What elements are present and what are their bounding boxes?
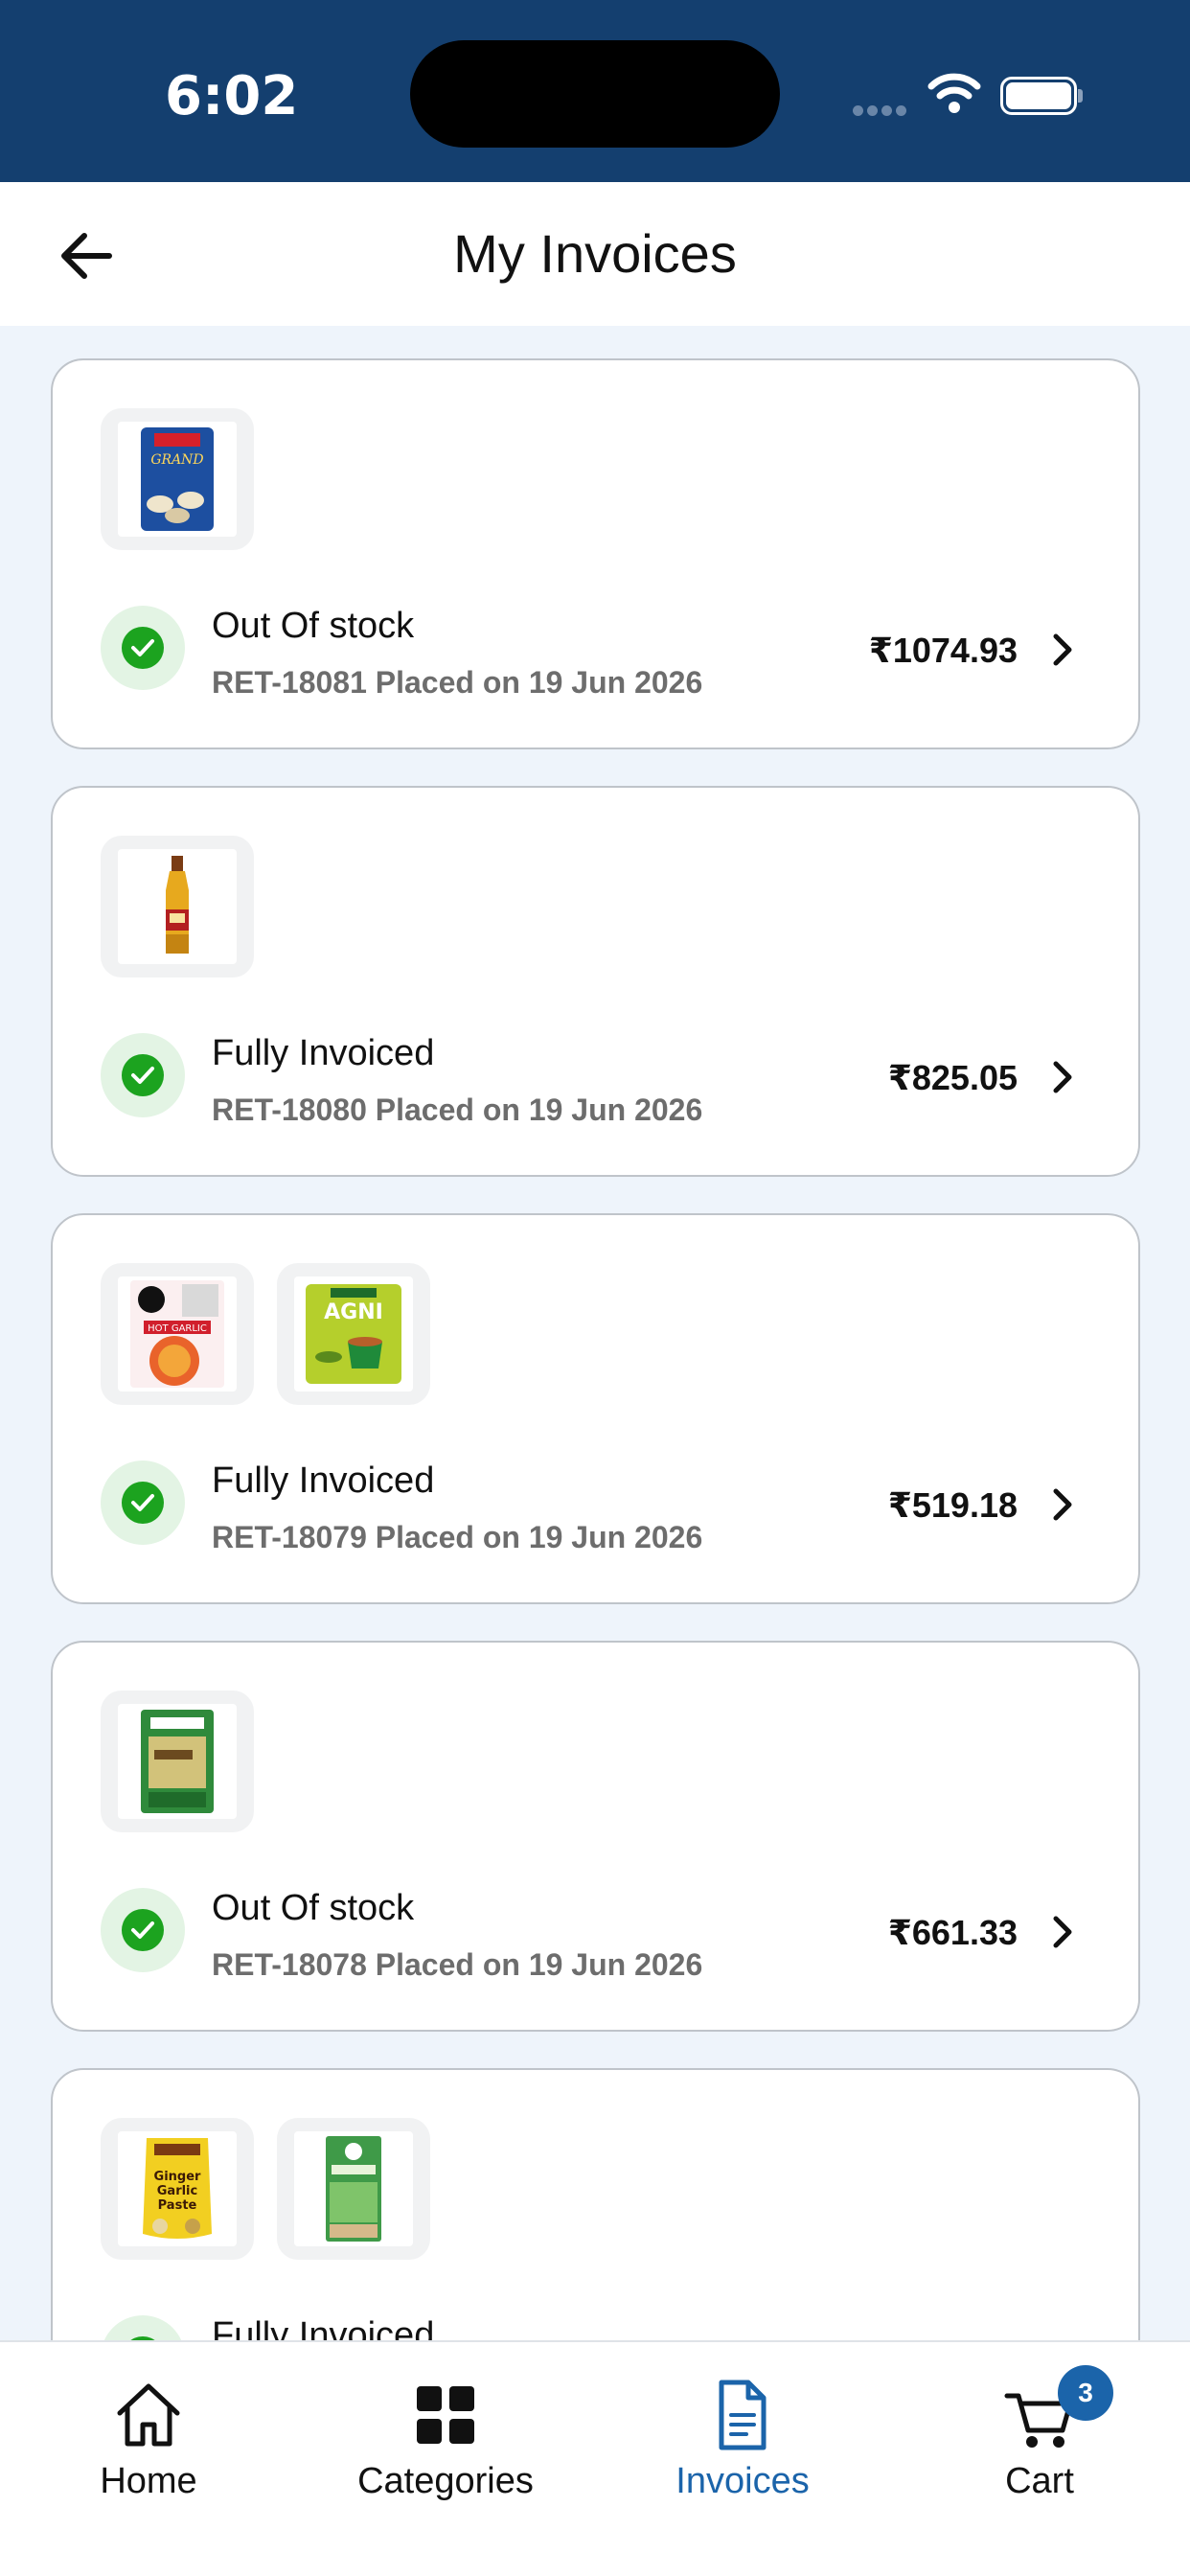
nav-invoices-label: Invoices bbox=[675, 2461, 810, 2501]
invoice-card[interactable]: GRAND Out Of stock RET-18081 Placed on 1… bbox=[51, 358, 1140, 749]
product-thumbnail bbox=[101, 1690, 254, 1832]
invoice-amount: ₹825.05 bbox=[887, 1058, 1018, 1097]
order-meta: RET-18078 Placed on 19 Jun 2026 bbox=[212, 1947, 703, 1982]
coffee-pack-image: GRAND bbox=[141, 427, 214, 531]
svg-text:GRAND: GRAND bbox=[150, 452, 203, 468]
chevron-right-icon[interactable] bbox=[1046, 631, 1077, 669]
product-thumbnail: HOT GARLIC bbox=[101, 1263, 254, 1405]
home-icon bbox=[110, 2377, 187, 2453]
invoice-card[interactable]: HOT GARLIC AGNI Fully Invoiced RET-18079… bbox=[51, 1213, 1140, 1604]
paste-pouch-image: Ginger Garlic Paste bbox=[143, 2138, 212, 2239]
product-thumbnail: AGNI bbox=[277, 1263, 430, 1405]
grid-icon bbox=[407, 2377, 484, 2453]
status-check-icon bbox=[101, 1033, 185, 1117]
svg-text:Ginger: Ginger bbox=[154, 2170, 202, 2184]
order-meta: RET-18081 Placed on 19 Jun 2026 bbox=[212, 665, 703, 700]
cart-count-badge: 3 bbox=[1058, 2365, 1113, 2421]
svg-text:Paste: Paste bbox=[158, 2198, 197, 2213]
nav-home-label: Home bbox=[100, 2461, 197, 2501]
invoice-card[interactable]: Out Of stock RET-18078 Placed on 19 Jun … bbox=[51, 1641, 1140, 2032]
status-bar: 6:02 bbox=[0, 0, 1190, 182]
invoice-status: Out Of stock bbox=[212, 1888, 415, 1928]
nav-home[interactable]: Home bbox=[0, 2342, 297, 2515]
product-thumbnail: Ginger Garlic Paste bbox=[101, 2118, 254, 2260]
status-check-icon bbox=[101, 1888, 185, 1972]
product-thumbnail: GRAND bbox=[101, 408, 254, 550]
tea-pack-image: AGNI bbox=[306, 1284, 401, 1384]
product-thumbnail bbox=[101, 836, 254, 978]
invoice-list[interactable]: GRAND Out Of stock RET-18081 Placed on 1… bbox=[0, 326, 1190, 2340]
invoice-status: Out Of stock bbox=[212, 606, 415, 646]
invoice-status: Fully Invoiced bbox=[212, 1033, 435, 1073]
dynamic-island bbox=[410, 40, 780, 148]
invoice-amount: ₹1074.93 bbox=[868, 631, 1018, 670]
status-time: 6:02 bbox=[165, 65, 299, 127]
invoice-status: Fully Invoiced bbox=[212, 2315, 435, 2340]
svg-text:Garlic: Garlic bbox=[157, 2184, 197, 2198]
app-header: My Invoices bbox=[0, 182, 1190, 326]
wifi-icon bbox=[927, 73, 981, 120]
green-tea-box-image bbox=[326, 2136, 381, 2242]
status-check-icon bbox=[101, 1460, 185, 1545]
oil-bottle-image bbox=[166, 856, 189, 954]
invoice-amount: ₹519.18 bbox=[887, 1485, 1018, 1525]
nav-invoices[interactable]: Invoices bbox=[594, 2342, 891, 2515]
cellular-signal-icon bbox=[853, 104, 912, 119]
svg-text:AGNI: AGNI bbox=[324, 1300, 383, 1324]
battery-icon bbox=[1000, 77, 1083, 115]
bottom-navigation: Home Categories Invoices 3 Cart bbox=[0, 2340, 1190, 2576]
chevron-right-icon[interactable] bbox=[1046, 1485, 1077, 1524]
invoice-card[interactable]: Ginger Garlic Paste Fully Invoiced bbox=[51, 2068, 1140, 2340]
nav-categories-label: Categories bbox=[357, 2461, 534, 2501]
invoice-status: Fully Invoiced bbox=[212, 1460, 435, 1501]
rice-pack-image bbox=[141, 1710, 214, 1813]
chevron-right-icon[interactable] bbox=[1046, 1913, 1077, 1951]
order-meta: RET-18079 Placed on 19 Jun 2026 bbox=[212, 1520, 703, 1554]
chevron-right-icon[interactable] bbox=[1046, 1058, 1077, 1096]
nav-cart[interactable]: 3 Cart bbox=[891, 2342, 1188, 2515]
status-check-icon bbox=[101, 2315, 185, 2340]
document-icon bbox=[704, 2377, 781, 2453]
svg-text:HOT GARLIC: HOT GARLIC bbox=[148, 1323, 207, 1334]
nav-cart-label: Cart bbox=[1005, 2461, 1074, 2501]
nav-categories[interactable]: Categories bbox=[297, 2342, 594, 2515]
invoice-amount: ₹661.33 bbox=[887, 1913, 1018, 1952]
status-check-icon bbox=[101, 606, 185, 690]
order-meta: RET-18080 Placed on 19 Jun 2026 bbox=[212, 1092, 703, 1127]
noodles-pack-image: HOT GARLIC bbox=[130, 1280, 224, 1388]
product-thumbnail bbox=[277, 2118, 430, 2260]
page-title: My Invoices bbox=[453, 223, 737, 284]
invoice-card[interactable]: Fully Invoiced RET-18080 Placed on 19 Ju… bbox=[51, 786, 1140, 1177]
